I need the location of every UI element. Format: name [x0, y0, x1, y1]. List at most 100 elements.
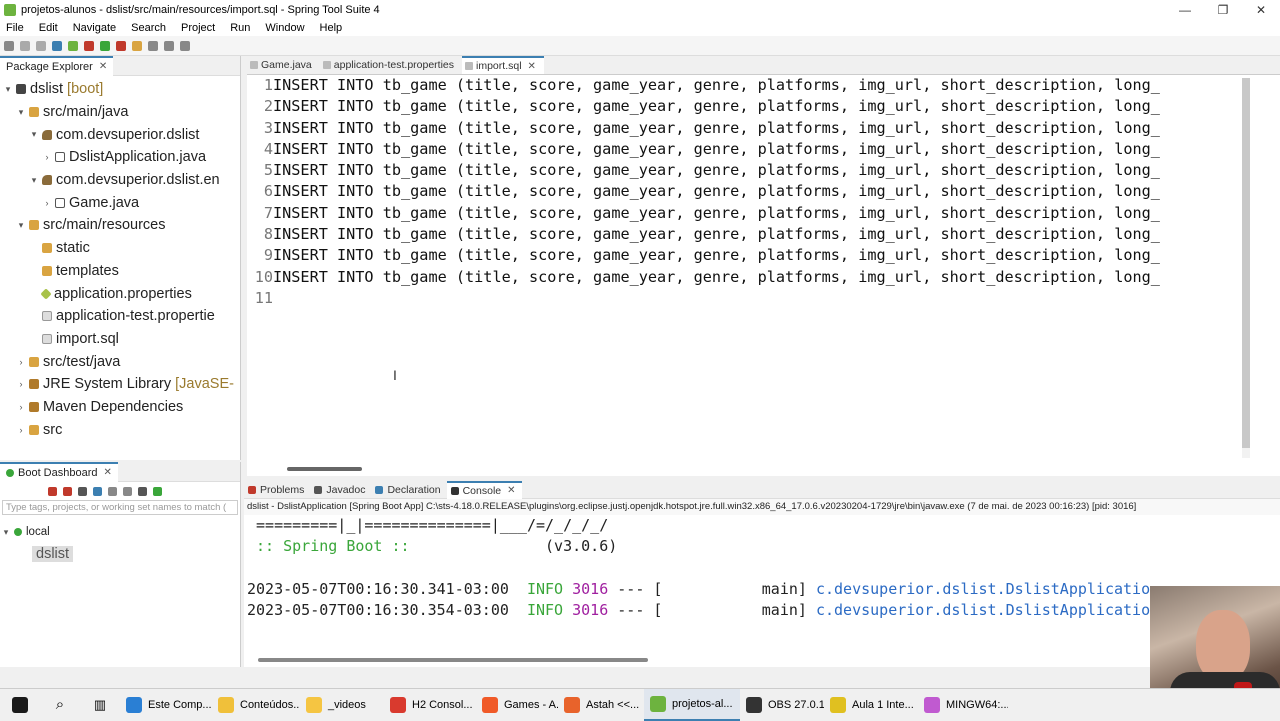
menu-help[interactable]: Help	[320, 22, 343, 34]
tab-boot-dashboard[interactable]: Boot Dashboard ✕	[0, 461, 118, 482]
taskbar-app[interactable]: _videos	[300, 689, 384, 721]
add-icon[interactable]	[153, 486, 162, 496]
maximize-button[interactable]: ❐	[1204, 0, 1242, 20]
console-output[interactable]: =========|_|==============|___/=/_/_/_/ …	[244, 515, 1280, 621]
tree-item[interactable]: ▾ src/main/resources	[0, 214, 240, 237]
tree-item[interactable]: › DslistApplication.java	[0, 146, 240, 169]
expand-icon[interactable]: ▾	[0, 527, 12, 538]
expand-icon[interactable]: ›	[41, 198, 53, 208]
save-icon[interactable]	[20, 40, 30, 51]
app-icon	[924, 696, 940, 713]
taskbar-app[interactable]: Aula 1 Inte...	[824, 689, 918, 721]
boot-group-local[interactable]: ▾ local	[0, 521, 240, 543]
new-icon[interactable]	[4, 40, 14, 51]
console-horizontal-scrollbar[interactable]	[258, 658, 648, 662]
menu-window[interactable]: Window	[265, 22, 304, 34]
start-button[interactable]	[0, 689, 40, 721]
tree-item[interactable]: ▾ com.devsuperior.dslist	[0, 123, 240, 146]
expand-icon[interactable]: ▾	[28, 175, 40, 186]
close-window-button[interactable]: ✕	[1242, 0, 1280, 20]
tab-declaration[interactable]: Declaration	[371, 481, 446, 499]
filter-icon[interactable]	[138, 486, 147, 496]
tab-problems[interactable]: Problems	[244, 481, 310, 499]
tree-item[interactable]: ▾ com.devsuperior.dslist.en	[0, 169, 240, 192]
save-all-icon[interactable]	[36, 40, 46, 51]
restart-icon[interactable]	[48, 486, 57, 496]
tree-item[interactable]: static	[0, 237, 240, 260]
expand-icon[interactable]: ▾	[2, 84, 14, 95]
task-view-button[interactable]: ▥	[80, 689, 120, 721]
close-icon[interactable]: ✕	[507, 485, 515, 496]
expand-icon[interactable]: ›	[41, 152, 53, 162]
code-editor[interactable]: 1 INSERT INTO tb_game (title, score, game…	[247, 75, 1247, 309]
tab-application-test-properties[interactable]: application-test.properties	[320, 56, 462, 74]
tree-item[interactable]: import.sql	[0, 328, 240, 351]
menu-navigate[interactable]: Navigate	[73, 22, 116, 34]
taskbar-app[interactable]: projetos-al...	[644, 688, 740, 721]
menu-project[interactable]: Project	[181, 22, 215, 34]
console-icon[interactable]	[108, 486, 117, 496]
open-type-icon[interactable]	[132, 40, 142, 51]
boot-app-dslist[interactable]: dslist	[0, 543, 240, 565]
taskbar-app[interactable]: OBS 27.0.1...	[740, 689, 824, 721]
search-icon[interactable]	[148, 40, 158, 51]
taskbar-app[interactable]: MINGW64:...	[918, 689, 1008, 721]
run-icon[interactable]	[68, 40, 78, 51]
editor-vertical-scrollbar[interactable]	[1242, 78, 1250, 458]
open-browser-icon[interactable]	[93, 486, 102, 496]
expand-icon[interactable]: ›	[15, 402, 27, 412]
boot-dashboard-icon[interactable]	[52, 40, 62, 51]
close-icon[interactable]: ✕	[528, 61, 536, 72]
tab-console[interactable]: Console ✕	[446, 480, 522, 499]
expand-icon[interactable]: ›	[15, 425, 27, 435]
tree-item-label: JRE System Library	[43, 376, 172, 393]
menu-run[interactable]: Run	[230, 22, 250, 34]
search-button[interactable]: ⌕	[40, 689, 80, 721]
boot-app-label: dslist	[32, 546, 74, 562]
expand-icon[interactable]: ▾	[15, 107, 27, 118]
menu-edit[interactable]: Edit	[39, 22, 58, 34]
tree-item[interactable]: › JRE System Library [JavaSE-	[0, 373, 240, 396]
app-icon	[746, 696, 762, 713]
close-icon[interactable]: ✕	[104, 467, 112, 478]
tree-item[interactable]: › Game.java	[0, 191, 240, 214]
expand-icon[interactable]: ▾	[15, 220, 27, 231]
taskbar-app[interactable]: Conteúdos...	[212, 689, 300, 721]
terminate-icon[interactable]	[116, 40, 126, 51]
tab-package-explorer[interactable]: Package Explorer ✕	[0, 55, 114, 76]
expand-icon[interactable]: ›	[15, 357, 27, 367]
menu-file[interactable]: File	[6, 22, 24, 34]
minimize-button[interactable]: —	[1166, 0, 1204, 20]
expand-icon[interactable]: ›	[15, 379, 27, 389]
tab-javadoc[interactable]: Javadoc	[310, 481, 371, 499]
tree-item[interactable]: templates	[0, 260, 240, 283]
tree-item[interactable]: › src	[0, 418, 240, 441]
boot-filter-input[interactable]: Type tags, projects, or working set name…	[2, 500, 238, 515]
tree-item[interactable]: ▾ src/main/java	[0, 101, 240, 124]
taskbar-app[interactable]: Este Comp...	[120, 689, 212, 721]
tab-game-java[interactable]: Game.java	[247, 56, 320, 74]
taskbar-app[interactable]: Astah <<...	[558, 689, 644, 721]
tree-item[interactable]: › src/test/java	[0, 350, 240, 373]
tree-item-label: com.devsuperior.dslist.en	[56, 172, 220, 189]
tree-item[interactable]: application.properties	[0, 282, 240, 305]
tree-item[interactable]: application-test.propertie	[0, 305, 240, 328]
tree-item[interactable]: › Maven Dependencies	[0, 396, 240, 419]
stop-icon[interactable]	[78, 486, 87, 496]
close-icon[interactable]: ✕	[99, 61, 107, 72]
taskbar-app[interactable]: H2 Consol...	[384, 689, 476, 721]
forward-icon[interactable]	[180, 40, 190, 51]
expand-icon[interactable]: ▾	[28, 129, 40, 140]
menu-search[interactable]: Search	[131, 22, 166, 34]
stop-icon[interactable]	[84, 40, 94, 51]
scrollbar-thumb[interactable]	[1242, 78, 1250, 448]
tree-item[interactable]: ▾ dslist [boot]	[0, 78, 240, 101]
editor-horizontal-scrollbar[interactable]	[287, 467, 362, 471]
back-icon[interactable]	[164, 40, 174, 51]
debug-icon[interactable]	[100, 40, 110, 51]
taskbar-app[interactable]: Games - A...	[476, 689, 558, 721]
log-pid: 3016	[572, 579, 609, 598]
debug-restart-icon[interactable]	[63, 486, 72, 496]
edit-icon[interactable]	[123, 486, 132, 496]
tab-import-sql[interactable]: import.sql ✕	[462, 56, 544, 74]
